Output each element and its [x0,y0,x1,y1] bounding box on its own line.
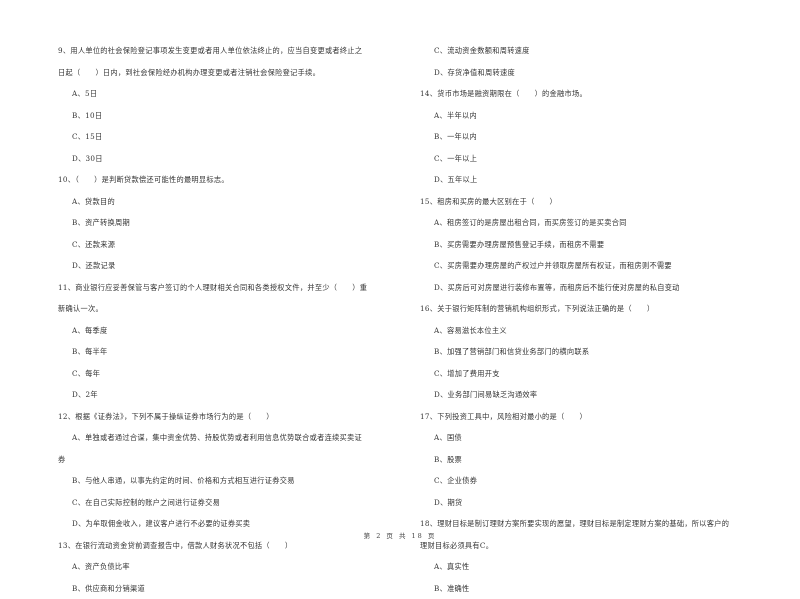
answer-option: D、期货 [420,492,765,514]
answer-option: D、2年 [58,384,403,406]
answer-option: C、买房需要办理房屋的产权过户并领取房屋所有权证，而租房则不需要 [420,255,765,277]
answer-option: C、15日 [58,126,403,148]
answer-option: A、真实性 [420,556,765,578]
question-text: 17、下列投资工具中，风险相对最小的是（ ） [420,406,765,428]
answer-option: B、加强了营销部门和信贷业务部门的横向联系 [420,341,765,363]
answer-option: A、5日 [58,83,403,105]
document-page: 9、用人单位的社会保险登记事项发生变更或者用人单位依法终止的，应当自变更或者终止… [0,0,800,565]
answer-option: B、资产转换周期 [58,212,403,234]
answer-option: B、每半年 [58,341,403,363]
answer-option: D、业务部门间易缺乏沟通效率 [420,384,765,406]
question-text: 9、用人单位的社会保险登记事项发生变更或者用人单位依法终止的，应当自变更或者终止… [58,40,403,62]
answer-option: C、增加了费用开支 [420,363,765,385]
question-text: 15、租房和买房的最大区别在于（ ） [420,191,765,213]
left-column: 9、用人单位的社会保险登记事项发生变更或者用人单位依法终止的，应当自变更或者终止… [58,40,403,599]
answer-option: A、容易滋长本位主义 [420,320,765,342]
answer-option: D、买房后可对房屋进行装修布置等，而租房后不能行使对房屋的私自变动 [420,277,765,299]
right-column: C、流动资金数额和周转速度D、存货净值和周转速度14、货币市场是融资期限在（ ）… [420,40,765,599]
answer-option: C、还款来源 [58,234,403,256]
question-text: 14、货币市场是融资期限在（ ）的金融市场。 [420,83,765,105]
answer-option: B、一年以内 [420,126,765,148]
answer-option: A、贷款目的 [58,191,403,213]
answer-option: B、10日 [58,105,403,127]
answer-option: D、存货净值和周转速度 [420,62,765,84]
answer-option: C、在自己实际控制的账户之间进行证券交易 [58,492,403,514]
answer-option: A、国债 [420,427,765,449]
answer-option: B、股票 [420,449,765,471]
question-text: 16、关于银行矩阵制的营销机构组织形式，下列说法正确的是（ ） [420,298,765,320]
answer-option: D、五年以上 [420,169,765,191]
answer-option: B、准确性 [420,578,765,599]
question-text: 11、商业银行应妥善保管与客户签订的个人理财相关合同和各类授权文件，并至少（ ）… [58,277,403,299]
answer-option: D、30日 [58,148,403,170]
answer-option: D、还款记录 [58,255,403,277]
page-footer: 第 2 页 共 18 页 [0,530,800,540]
answer-option: A、资产负债比率 [58,556,403,578]
answer-option: A、每季度 [58,320,403,342]
answer-option: A、租房签订的是房屋出租合同，而买房签订的是买卖合同 [420,212,765,234]
answer-option: A、单独或者通过合谋，集中资金优势、持股优势或者利用信息优势联合或者连续买卖证 [58,427,403,449]
answer-option: C、流动资金数额和周转速度 [420,40,765,62]
answer-option: A、半年以内 [420,105,765,127]
question-text: 10、（ ）是判断贷款偿还可能性的最明显标志。 [58,169,403,191]
answer-option: 券 [58,449,403,471]
question-text: 12、根据《证券法》，下列不属于操纵证券市场行为的是（ ） [58,406,403,428]
question-text: 日起（ ）日内，到社会保险经办机构办理变更或者注销社会保险登记手续。 [58,62,403,84]
answer-option: C、一年以上 [420,148,765,170]
question-text: 新确认一次。 [58,298,403,320]
answer-option: C、每年 [58,363,403,385]
answer-option: B、与他人串通，以事先约定的时间、价格和方式相互进行证券交易 [58,470,403,492]
answer-option: B、供应商和分销渠道 [58,578,403,599]
answer-option: B、买房需要办理房屋预售登记手续，而租房不需要 [420,234,765,256]
answer-option: C、企业债券 [420,470,765,492]
